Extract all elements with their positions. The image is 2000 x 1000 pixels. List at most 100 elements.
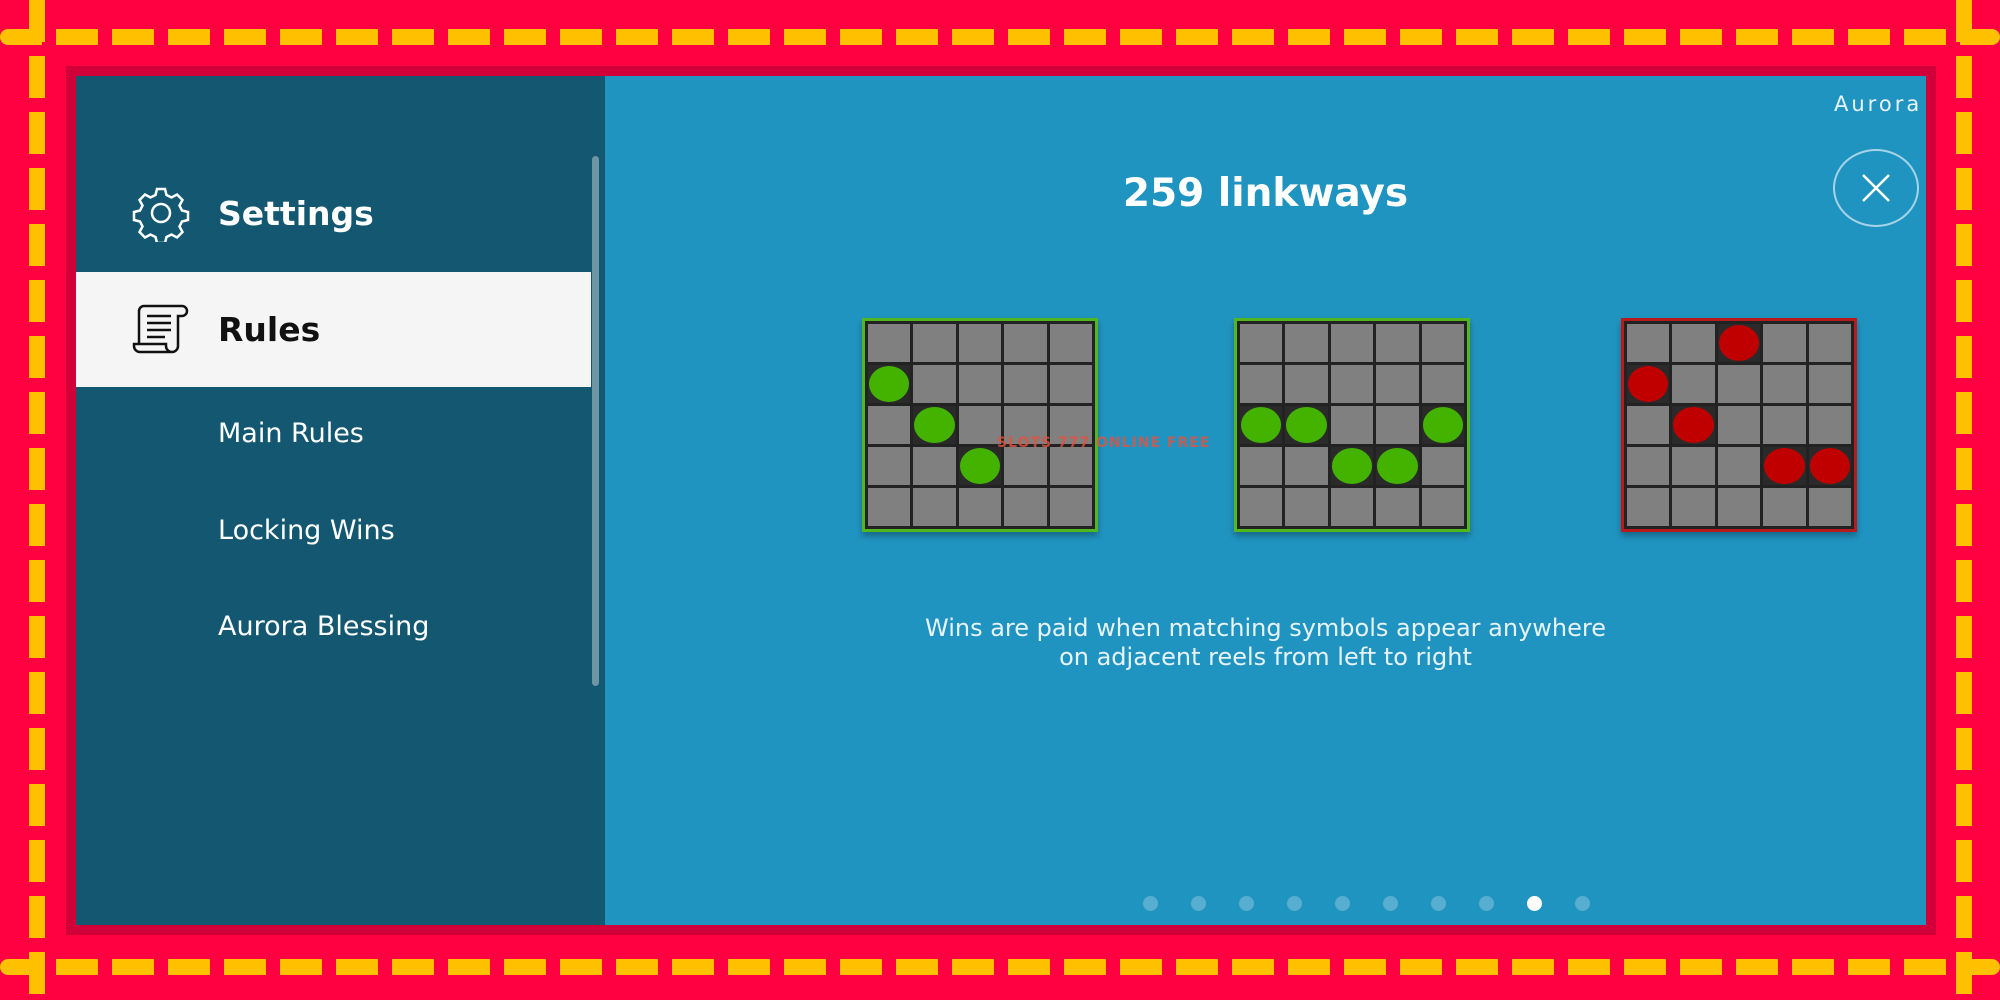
game-name: Aurora Ange [1834, 92, 1926, 116]
grid-cell [1049, 447, 1092, 485]
grid-cell [1049, 365, 1092, 403]
grid-cell [1240, 447, 1283, 485]
symbol-cell [1421, 406, 1464, 444]
grid-cell [1285, 365, 1328, 403]
pagination-dot[interactable] [1527, 896, 1542, 911]
grid-cell [1376, 365, 1419, 403]
symbol-cell [1763, 447, 1806, 485]
grid-cell [1627, 447, 1670, 485]
watermark: SLOTS 777 ONLINE FREE [997, 435, 1211, 451]
pagination-dot[interactable] [1239, 896, 1254, 911]
grid-cell [1808, 406, 1851, 444]
grid-cell [1672, 324, 1715, 362]
symbol-cell [1330, 447, 1374, 485]
pagination-dots [1143, 896, 1590, 911]
grid-cell [1717, 447, 1761, 485]
rules-content: Aurora Ange 259 linkways SLOTS 777 ONLIN… [605, 76, 1926, 925]
sidebar-item-main-rules[interactable]: Main Rules [218, 418, 364, 449]
grid-cell [1763, 406, 1806, 444]
grid-cell [868, 324, 911, 362]
pagination-dot[interactable] [1383, 896, 1398, 911]
gear-icon [132, 187, 190, 242]
symbol-cell [913, 406, 956, 444]
grid-cell [1240, 488, 1283, 526]
sidebar: Settings Rules Main Rules Locking Wins A… [76, 76, 605, 925]
grid-cell [958, 406, 1002, 444]
sidebar-item-settings[interactable]: Settings [76, 156, 591, 271]
symbol-cell [1627, 365, 1670, 403]
grid-cell [913, 447, 956, 485]
grid-cell [1004, 447, 1047, 485]
grid-cell [1808, 365, 1851, 403]
scroll-document-icon [132, 304, 189, 354]
grid-cell [1330, 365, 1374, 403]
grid-cell [1049, 324, 1092, 362]
description-line-1: Wins are paid when matching symbols appe… [925, 614, 1606, 642]
grid-cell [1717, 406, 1761, 444]
symbol-cell [1717, 324, 1761, 362]
grid-cell [1627, 324, 1670, 362]
grid-cell [1240, 365, 1283, 403]
grid-cell [1717, 365, 1761, 403]
symbol-cell [1672, 406, 1715, 444]
grid-cell [1376, 406, 1419, 444]
grid-cell [1004, 488, 1047, 526]
grid-cell [1808, 324, 1851, 362]
sidebar-item-rules[interactable]: Rules [76, 272, 591, 387]
pagination-dot[interactable] [1575, 896, 1590, 911]
settings-label: Settings [218, 194, 374, 233]
pagination-dot[interactable] [1335, 896, 1350, 911]
grid-cell [1672, 365, 1715, 403]
pagination-dot[interactable] [1143, 896, 1158, 911]
grid-cell [1240, 324, 1283, 362]
frame-dashes-right [1956, 0, 1972, 1000]
grid-cell [868, 406, 911, 444]
grid-cell [868, 447, 911, 485]
grid-cell [868, 488, 911, 526]
grid-cell [1376, 324, 1419, 362]
grid-cell [1627, 488, 1670, 526]
grid-cell [1808, 488, 1851, 526]
grid-cell [1004, 365, 1047, 403]
grid-cell [1763, 324, 1806, 362]
grid-cell [913, 324, 956, 362]
grid-cell [1672, 447, 1715, 485]
sidebar-item-aurora-blessing[interactable]: Aurora Blessing [218, 611, 429, 642]
grid-cell [958, 365, 1002, 403]
symbol-cell [1285, 406, 1328, 444]
sidebar-scrollbar[interactable] [592, 156, 599, 686]
sidebar-item-locking-wins[interactable]: Locking Wins [218, 515, 395, 546]
rules-panel: Settings Rules Main Rules Locking Wins A… [76, 76, 1926, 925]
example-grid-no-win [1621, 318, 1857, 532]
example-grid-win-2 [1234, 318, 1470, 532]
grid-cell [1421, 365, 1464, 403]
frame-dashes-top [0, 29, 2000, 45]
grid-cell [958, 488, 1002, 526]
grid-cell [1421, 324, 1464, 362]
grid-cell [1421, 488, 1464, 526]
grid-cell [958, 324, 1002, 362]
pagination-dot[interactable] [1287, 896, 1302, 911]
grid-cell [1285, 324, 1328, 362]
grid-cell [1285, 447, 1328, 485]
symbol-cell [1376, 447, 1419, 485]
grid-cell [1004, 324, 1047, 362]
pagination-dot[interactable] [1479, 896, 1494, 911]
symbol-cell [1808, 447, 1851, 485]
frame-dashes-bottom [0, 959, 2000, 975]
pagination-dot[interactable] [1191, 896, 1206, 911]
grid-cell [1763, 365, 1806, 403]
grid-cell [913, 365, 956, 403]
grid-cell [1049, 488, 1092, 526]
grid-cell [1717, 488, 1761, 526]
symbol-cell [1240, 406, 1283, 444]
grid-cell [1285, 488, 1328, 526]
page-title: 259 linkways [1122, 171, 1409, 216]
frame-dashes-left [29, 0, 45, 1000]
grid-cell [1627, 406, 1670, 444]
grid-cell [1763, 488, 1806, 526]
grid-cell [1672, 488, 1715, 526]
grid-cell [1330, 324, 1374, 362]
pagination-dot[interactable] [1431, 896, 1446, 911]
grid-cell [1376, 488, 1419, 526]
